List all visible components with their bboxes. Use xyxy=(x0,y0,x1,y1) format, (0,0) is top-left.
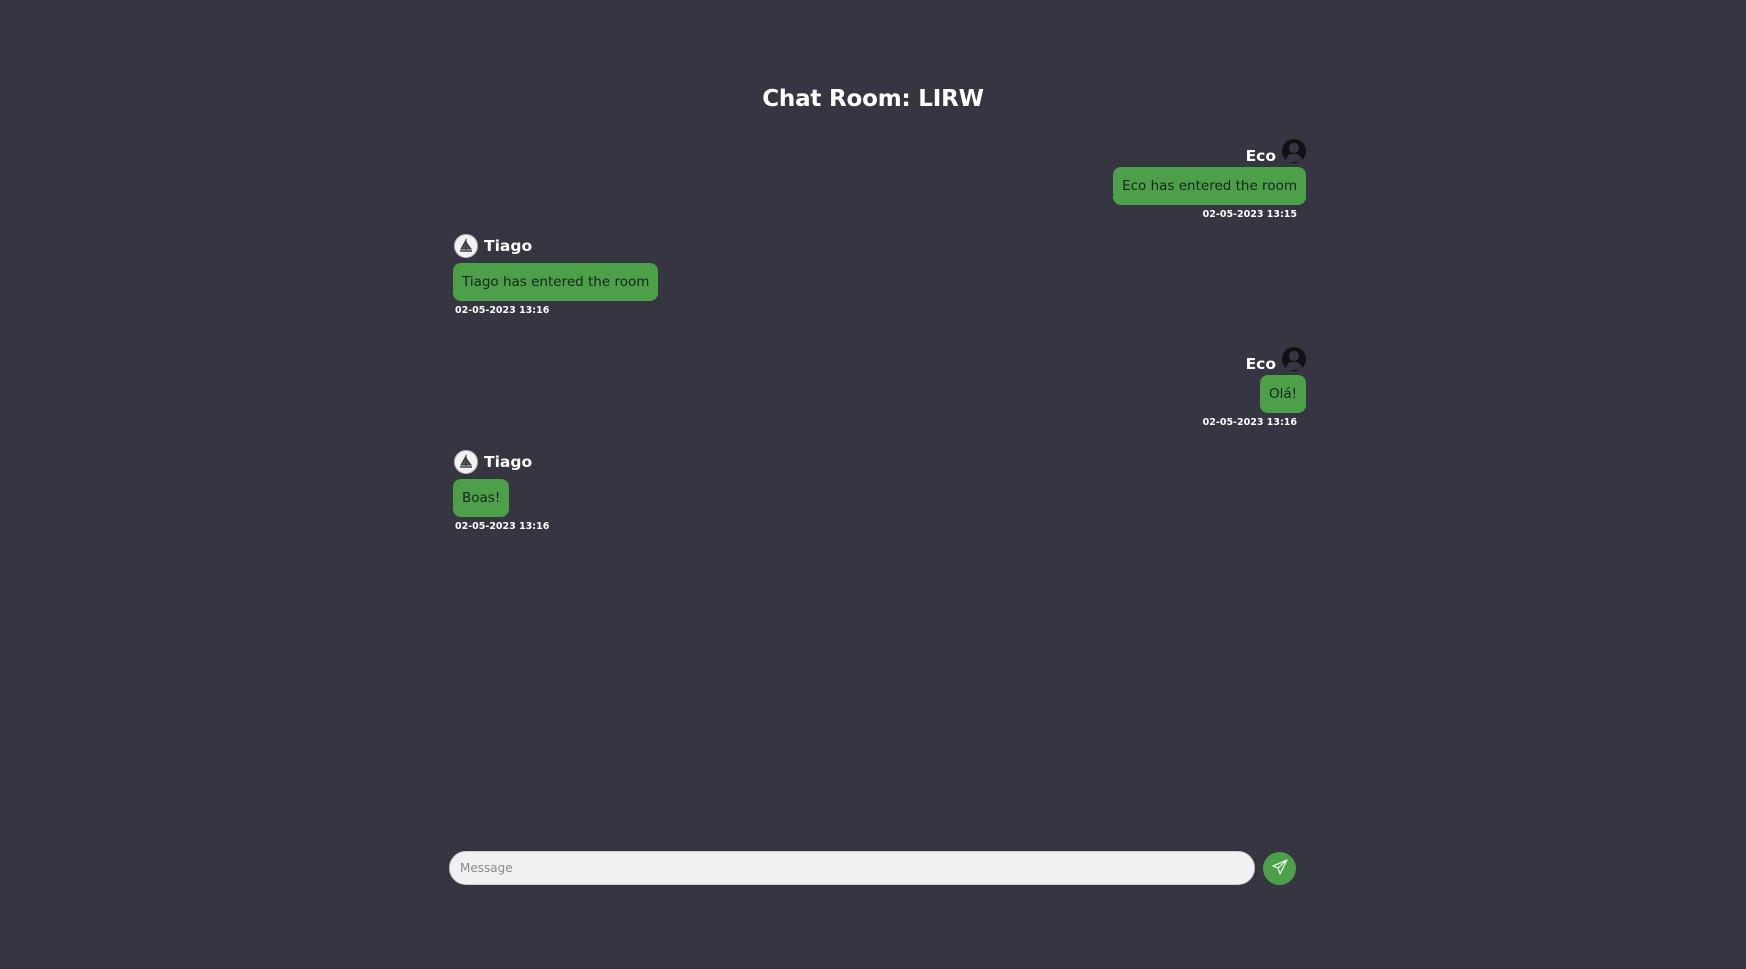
message-bubble: Olá! xyxy=(1259,375,1306,413)
message-bubble: Tiago has entered the room xyxy=(453,263,659,301)
chat-page: Chat Room: LIRW Eco Eco has entered the … xyxy=(0,0,1746,969)
sender-name: Tiago xyxy=(484,453,533,471)
sender-name: Eco xyxy=(1245,355,1276,373)
message-composer xyxy=(449,851,1299,885)
message-item: Tiago Tiago has entered the room 02-05-2… xyxy=(452,234,1306,344)
message-timestamp: 02-05-2023 13:15 xyxy=(1202,209,1297,220)
message-bubble: Boas! xyxy=(453,479,510,517)
user-circle-icon xyxy=(1282,346,1306,371)
message-bubble: Eco has entered the room xyxy=(1113,167,1306,205)
sailboat-icon xyxy=(454,450,478,474)
sailboat-icon xyxy=(454,234,478,258)
message-input[interactable] xyxy=(449,851,1255,885)
message-timestamp: 02-05-2023 13:16 xyxy=(455,305,550,316)
message-sender: Eco xyxy=(1246,136,1306,165)
sender-name: Eco xyxy=(1245,147,1276,165)
user-circle-icon xyxy=(1282,138,1306,163)
message-sender: Eco xyxy=(1246,344,1306,373)
message-item: Tiago Boas! 02-05-2023 13:16 xyxy=(452,450,1306,560)
message-item: Eco Olá! 02-05-2023 13:16 xyxy=(452,344,1306,452)
sender-name: Tiago xyxy=(484,237,533,255)
message-sender: Tiago xyxy=(454,234,532,258)
message-timestamp: 02-05-2023 13:16 xyxy=(1202,417,1297,428)
message-timestamp: 02-05-2023 13:16 xyxy=(455,521,550,532)
message-list: Eco Eco has entered the room 02-05-2023 … xyxy=(452,136,1306,560)
message-sender: Tiago xyxy=(454,450,532,474)
paper-plane-icon xyxy=(1271,858,1289,879)
message-item: Eco Eco has entered the room 02-05-2023 … xyxy=(452,136,1306,220)
page-title: Chat Room: LIRW xyxy=(762,86,984,112)
send-button[interactable] xyxy=(1263,852,1296,885)
